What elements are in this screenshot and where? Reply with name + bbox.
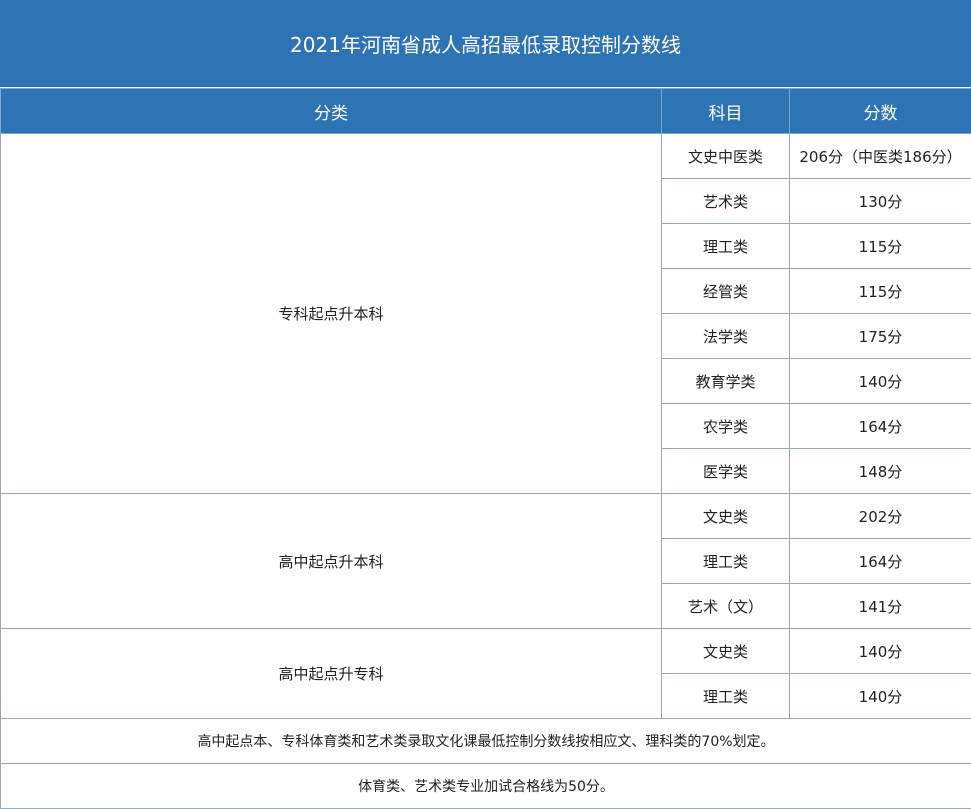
subject-cell: 经管类: [661, 268, 790, 314]
score-cell: 175分: [789, 313, 971, 359]
subject-cell: 农学类: [661, 403, 790, 449]
subject-cell: 文史类: [661, 628, 790, 674]
subject-cell: 文史中医类: [661, 133, 790, 179]
note-row: 高中起点本、专科体育类和艺术类录取文化课最低控制分数线按相应文、理科类的70%划…: [0, 718, 971, 764]
page-title: 2021年河南省成人高招最低录取控制分数线: [0, 0, 971, 88]
header-category: 分类: [0, 88, 662, 134]
score-cell: 164分: [789, 403, 971, 449]
header-score: 分数: [789, 88, 971, 134]
note-text: 体育类、艺术类专业加试合格线为50分。: [0, 763, 971, 809]
header-row: 分类 科目 分数: [0, 88, 971, 134]
subject-cell: 法学类: [661, 313, 790, 359]
score-cell: 148分: [789, 448, 971, 494]
subject-cell: 理工类: [661, 223, 790, 269]
score-cell: 140分: [789, 358, 971, 404]
score-table: 分类 科目 分数 专科起点升本科 文史中医类 206分（中医类186分） 艺术类…: [0, 88, 971, 809]
score-cell: 164分: [789, 538, 971, 584]
group-name: 高中起点升专科: [0, 628, 662, 719]
table-row: 专科起点升本科 文史中医类 206分（中医类186分）: [0, 133, 971, 494]
subject-cell: 文史类: [661, 493, 790, 539]
score-cell: 202分: [789, 493, 971, 539]
header-subject: 科目: [661, 88, 790, 134]
table-row: 高中起点升本科 文史类 202分: [0, 493, 971, 629]
subject-cell: 艺术（文）: [661, 583, 790, 629]
subject-cell: 理工类: [661, 538, 790, 584]
subject-cell: 艺术类: [661, 178, 790, 224]
score-cell: 115分: [789, 223, 971, 269]
score-cell: 140分: [789, 628, 971, 674]
note-text: 高中起点本、专科体育类和艺术类录取文化课最低控制分数线按相应文、理科类的70%划…: [0, 718, 971, 764]
subject-cell: 医学类: [661, 448, 790, 494]
score-cell: 206分（中医类186分）: [789, 133, 971, 179]
subject-cell: 理工类: [661, 673, 790, 719]
score-cell: 140分: [789, 673, 971, 719]
score-cell: 130分: [789, 178, 971, 224]
note-row: 体育类、艺术类专业加试合格线为50分。: [0, 763, 971, 809]
subject-cell: 教育学类: [661, 358, 790, 404]
score-cell: 141分: [789, 583, 971, 629]
group-name: 专科起点升本科: [0, 133, 662, 494]
table-row: 高中起点升专科 文史类 140分: [0, 628, 971, 719]
group-name: 高中起点升本科: [0, 493, 662, 629]
score-cell: 115分: [789, 268, 971, 314]
